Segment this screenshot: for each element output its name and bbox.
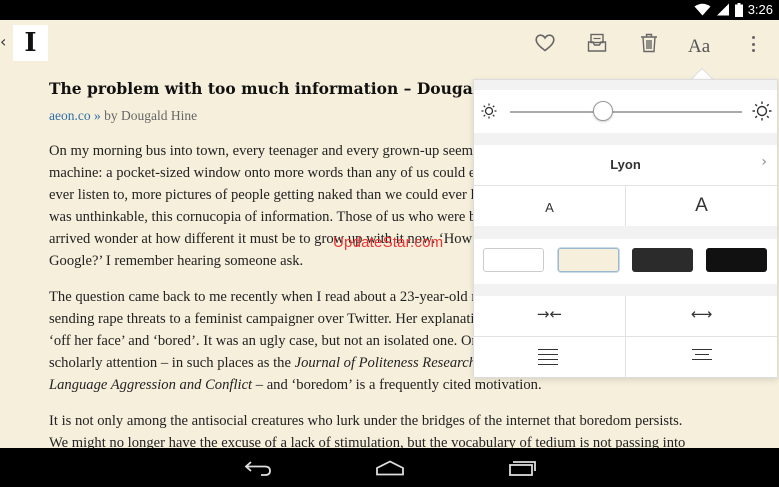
nav-back-icon[interactable]	[243, 457, 273, 479]
font-size-row: A A	[474, 186, 777, 226]
narrow-margin-button[interactable]: →←	[474, 305, 625, 323]
popover-gap	[474, 284, 777, 296]
theme-row	[474, 239, 777, 284]
theme-black-swatch[interactable]	[706, 248, 767, 272]
source-link[interactable]: aeon.co »	[49, 108, 101, 123]
theme-sepia-swatch[interactable]	[558, 248, 619, 272]
theme-gray-swatch[interactable]	[632, 248, 693, 272]
overflow-menu-icon[interactable]	[744, 34, 762, 54]
sun-small-icon	[480, 102, 498, 120]
align-justify-icon[interactable]	[538, 349, 558, 369]
heart-icon[interactable]	[534, 32, 556, 54]
author: by Dougald Hine	[100, 108, 198, 123]
wifi-icon	[694, 3, 711, 16]
nav-recents-icon[interactable]	[507, 457, 537, 479]
text-line: It is not only among the antisocial crea…	[49, 413, 683, 429]
byline: aeon.co » by Dougald Hine	[49, 108, 197, 124]
article-title: The problem with too much information – …	[49, 79, 537, 98]
alignment-row	[474, 337, 777, 377]
logo-letter: I	[24, 28, 37, 58]
cellular-signal-icon	[716, 3, 730, 16]
text-settings-icon[interactable]: Aa	[688, 36, 710, 58]
status-icons: 3:26	[694, 2, 773, 17]
trash-icon[interactable]	[638, 32, 660, 54]
sun-large-icon	[752, 101, 772, 121]
increase-font-size-button[interactable]: A	[626, 195, 777, 217]
archive-icon[interactable]	[586, 32, 608, 54]
brightness-track[interactable]	[510, 111, 742, 113]
popover-gap	[474, 226, 777, 239]
chevron-right-icon: ›	[761, 154, 767, 170]
brightness-row	[474, 90, 777, 133]
theme-white-swatch[interactable]	[483, 248, 544, 272]
brightness-slider-thumb[interactable]	[592, 101, 613, 121]
nav-home-icon[interactable]	[375, 457, 405, 479]
navigation-bar	[0, 448, 779, 487]
font-selector[interactable]: Lyon ›	[474, 145, 777, 185]
popover-gap	[474, 80, 777, 90]
text-settings-popover: Lyon › A A →← ⟷	[473, 79, 778, 378]
wide-margin-button[interactable]: ⟷	[626, 305, 777, 323]
watermark: UpdateStar.com	[333, 234, 444, 251]
status-bar: 3:26	[0, 0, 779, 20]
decrease-font-size-button[interactable]: A	[474, 200, 625, 215]
margin-row: →← ⟷	[474, 296, 777, 336]
app-logo[interactable]: I	[13, 25, 48, 61]
align-center-icon[interactable]	[692, 349, 712, 364]
chevron-left-icon[interactable]: ‹	[0, 32, 6, 51]
app-toolbar: ‹ I Aa	[0, 20, 779, 66]
font-name: Lyon	[610, 157, 641, 172]
battery-icon	[734, 2, 743, 17]
popover-gap	[474, 133, 777, 145]
divider	[625, 337, 626, 377]
clock: 3:26	[747, 2, 773, 17]
